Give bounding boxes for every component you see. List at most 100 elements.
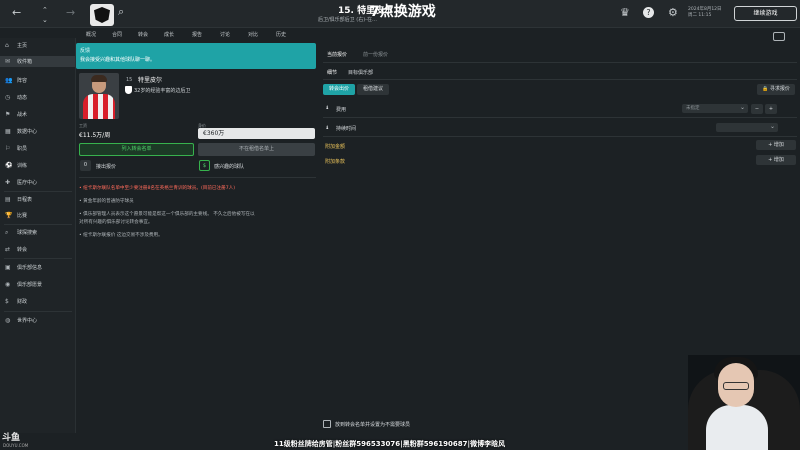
people-icon: 👥: [5, 77, 13, 84]
screen-icon[interactable]: [773, 32, 785, 41]
player-name[interactable]: 特里皮尔: [138, 75, 162, 84]
tab-current-offer[interactable]: 当前报价: [327, 51, 347, 58]
feedback-banner: 反馈 我会接受兴趣和其他球队聊一聊。: [76, 43, 316, 69]
plus-button[interactable]: +: [765, 104, 777, 114]
sidebar-item-tactics[interactable]: ⚑ 战术: [5, 109, 75, 120]
nav-contract[interactable]: 合同: [112, 31, 122, 38]
nation-badge-icon: [125, 86, 132, 94]
sidebar-item-home[interactable]: ⌂ 主页: [5, 40, 75, 51]
subtab-details[interactable]: 细节: [327, 69, 337, 76]
homegrown-warning: • 纽卡斯尔联队名单中至少要注册8名在英格兰青训的球员。(目前已注册7人): [79, 186, 236, 191]
sidebar-divider: [4, 311, 72, 312]
nav-compare[interactable]: 对比: [248, 31, 258, 38]
player-nav: 概况 合同 转会 成长 报告 讨论 对比 历史: [76, 28, 800, 42]
dynamics-icon: ◷: [5, 94, 11, 101]
nav-development[interactable]: 成长: [164, 31, 174, 38]
back-arrow-icon[interactable]: ←: [12, 7, 21, 19]
forward-arrow-icon[interactable]: →: [66, 7, 75, 19]
top-bar: ← ⌃ ⌄ → ⌕ 15. 特里皮尔 7点换游戏 后卫/俱乐部后卫 (右)-在……: [0, 0, 800, 28]
note-4: • 纽卡斯尔联报价 这边交易不涉及费用。: [79, 233, 163, 238]
chevron-down-icon: ⌄: [739, 104, 745, 111]
club-badge-icon[interactable]: [90, 4, 114, 26]
feedback-text: 我会接受兴趣和其他球队聊一聊。: [80, 57, 156, 63]
nav-reports[interactable]: 报告: [192, 31, 202, 38]
duration-label: 持续时间: [336, 126, 357, 132]
sidebar-item-transfers[interactable]: ⇄ 转会: [5, 244, 75, 255]
interested-clubs-label[interactable]: 感兴趣的球队: [214, 163, 244, 170]
sidebar-item-dynamics[interactable]: ◷ 动态: [5, 92, 75, 103]
trophy-icon[interactable]: ♛: [620, 7, 630, 19]
sidebar-item-data-hub[interactable]: ▦ 数据中心: [5, 126, 75, 137]
game-date: 2024年8月12日 周二 11:15: [688, 7, 722, 18]
feedback-title: 反馈: [80, 48, 91, 54]
stream-banner: 11级粉丝牌给房管|粉丝群596533076|黑粉群596190687|微博李晗…: [274, 440, 506, 448]
sidebar-item-staff[interactable]: ⚐ 职员: [5, 143, 75, 154]
lock-icon: 🔒: [762, 86, 769, 92]
fee-select[interactable]: 未指定 ⌄: [682, 104, 748, 113]
calendar-icon: ▤: [5, 196, 11, 203]
divider: [323, 79, 797, 80]
player-photo: [79, 73, 119, 119]
page-subtitle: 后卫/俱乐部后卫 (右)-在…: [318, 17, 377, 23]
nav-history[interactable]: 历史: [276, 31, 286, 38]
ball-icon: ⚽: [5, 162, 13, 169]
fee-icon: ♝: [325, 105, 330, 111]
sidebar-item-world[interactable]: ◍ 世界中心: [5, 315, 75, 326]
help-icon[interactable]: ?: [643, 7, 654, 18]
duration-select[interactable]: ⌄: [716, 123, 778, 132]
overlay-title: 7点换游戏: [370, 4, 436, 20]
chevron-down-icon[interactable]: ⌄: [42, 14, 48, 26]
club-info-icon: ▣: [5, 264, 11, 271]
extra-terms-label: 附加条款: [325, 159, 346, 165]
sidebar-item-competitions[interactable]: 🏆 比赛: [5, 210, 75, 221]
tactics-icon: ⚑: [5, 111, 11, 118]
wage-label: 工资: [79, 123, 87, 128]
trophy-icon: 🏆: [5, 212, 13, 219]
note-2: • 俱乐部管理人员表示这个愿景可能是帮这一个俱乐部的主要线。 不久之后他被写在以: [79, 212, 255, 217]
staff-icon: ⚐: [5, 145, 11, 152]
wage-value: €11.5万/周: [79, 132, 111, 139]
nav-overview[interactable]: 概况: [86, 31, 96, 38]
add-extra-terms-button[interactable]: + 增加: [756, 155, 796, 165]
sidebar-item-inbox[interactable]: ✉ 收件箱: [0, 56, 75, 67]
divider: [323, 117, 797, 118]
sidebar-item-training[interactable]: ⚽ 训练: [5, 160, 75, 171]
globe-icon: ◍: [5, 317, 11, 324]
sidebar-item-medical[interactable]: ✚ 医疗中心: [5, 177, 75, 188]
transfer-list-button[interactable]: 列入转会名单: [79, 143, 194, 156]
nav-discuss[interactable]: 讨论: [220, 31, 230, 38]
request-offer-button[interactable]: 🔒 寻求报价: [757, 84, 795, 95]
finance-icon: $: [5, 298, 9, 305]
webcam-feed: [688, 355, 800, 450]
sidebar-item-squad[interactable]: 👥 阵容: [5, 75, 75, 86]
nav-transfer[interactable]: 转会: [138, 31, 148, 38]
sidebar-divider: [4, 224, 72, 225]
extra-fee-label: 附加金额: [325, 144, 346, 150]
search-icon[interactable]: ⌕: [118, 6, 124, 18]
gear-icon[interactable]: ⚙: [668, 7, 678, 19]
list-unwanted-checkbox[interactable]: [323, 420, 331, 428]
subtab-target-clubs[interactable]: 目标俱乐部: [348, 69, 373, 76]
offers-label[interactable]: 接出报价: [96, 163, 116, 170]
add-extra-fee-button[interactable]: + 增加: [756, 140, 796, 150]
chevron-down-icon: ⌄: [769, 123, 775, 130]
tab-previous-offer[interactable]: 前一份报价: [363, 51, 388, 58]
continue-button[interactable]: 继续游戏: [734, 6, 797, 21]
sidebar-item-schedule[interactable]: ▤ 日程表: [5, 194, 75, 205]
sidebar-item-finances[interactable]: $ 财政: [5, 296, 75, 307]
home-icon: ⌂: [5, 42, 9, 49]
data-icon: ▦: [5, 128, 11, 135]
loan-list-button[interactable]: 不在租借名单上: [198, 143, 315, 156]
player-description: 32岁的经验丰富的边后卫: [134, 88, 191, 94]
sidebar-item-scouting[interactable]: ⌕ 球探搜索: [5, 227, 75, 238]
minus-button[interactable]: −: [751, 104, 763, 114]
transfer-bid-pill[interactable]: 转会出价: [323, 84, 355, 95]
sidebar-item-club-vision[interactable]: ◉ 俱乐部愿景: [5, 279, 75, 290]
note-3: 对所有兴趣的俱乐部讨论转会事宜。: [79, 220, 153, 225]
divider: [323, 136, 797, 137]
sidebar-item-club-info[interactable]: ▣ 俱乐部信息: [5, 262, 75, 273]
douyu-logo: 斗鱼: [2, 433, 21, 443]
loan-offer-pill[interactable]: 租借建议: [357, 84, 389, 95]
sidebar-divider: [4, 258, 72, 259]
divider: [79, 177, 316, 178]
